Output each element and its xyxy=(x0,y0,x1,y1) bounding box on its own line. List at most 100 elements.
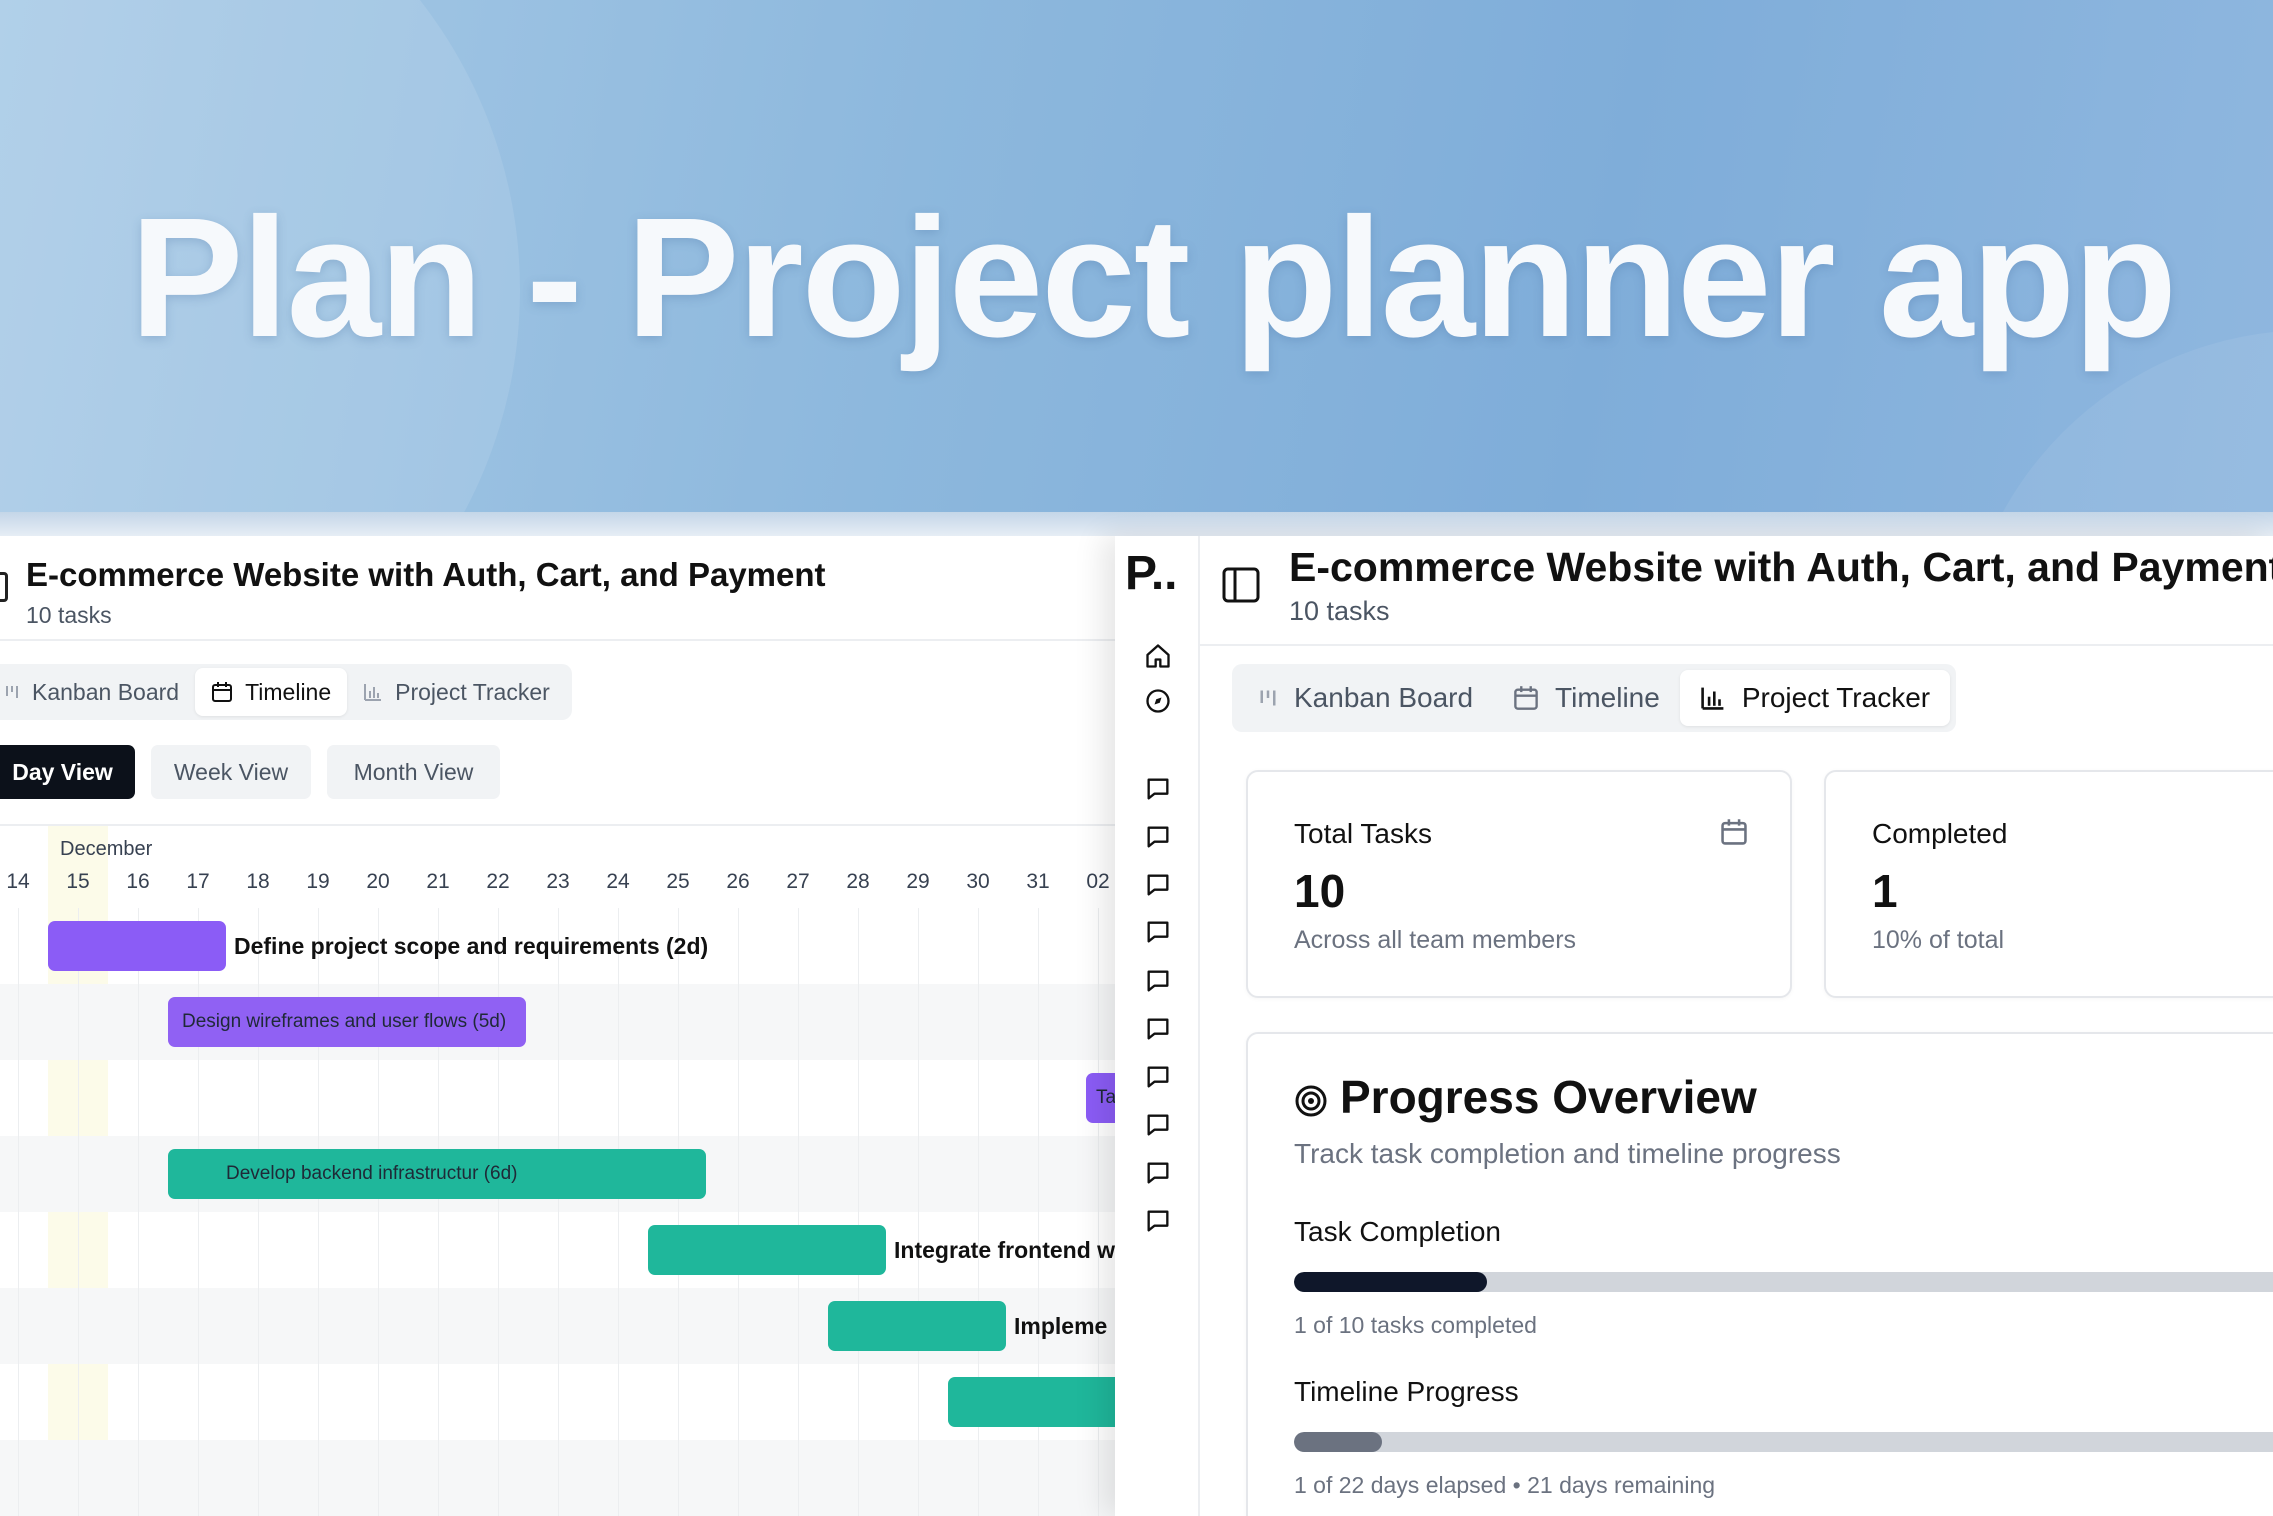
message-icon[interactable] xyxy=(1143,1062,1173,1092)
grid-line xyxy=(138,908,139,1516)
task-bar[interactable] xyxy=(648,1225,886,1275)
grid-line xyxy=(738,908,739,1516)
grid-line xyxy=(918,908,919,1516)
message-icon[interactable] xyxy=(1143,822,1173,852)
task-label: Impleme xyxy=(1014,1313,1108,1339)
tab-label: Project Tracker xyxy=(1741,682,1931,713)
bar-chart-icon xyxy=(1701,687,1724,710)
grid-line xyxy=(618,908,619,1516)
stat-subtext: Across all team members xyxy=(1294,926,1577,954)
app-logo[interactable]: P.. xyxy=(1125,546,1178,601)
tab-timeline[interactable]: Timeline xyxy=(195,668,348,716)
grid-line xyxy=(558,908,559,1516)
day-label: 30 xyxy=(966,870,990,893)
timeline-header: E-commerce Website with Auth, Cart, and … xyxy=(0,536,1115,641)
task-count: 10 tasks xyxy=(26,602,112,628)
project-title: E-commerce Website with Auth, Cart, and … xyxy=(1289,544,2273,590)
stat-value: 1 xyxy=(1872,865,1898,917)
tab-project-tracker[interactable]: Project Tracker xyxy=(347,668,566,716)
message-icon[interactable] xyxy=(1143,1158,1173,1188)
calendar-icon xyxy=(1514,686,1538,710)
tab-label: Timeline xyxy=(1555,682,1660,713)
tab-label: Kanban Board xyxy=(32,678,180,705)
task-label: Integrate frontend w xyxy=(894,1237,1115,1263)
tab-label: Project Tracker xyxy=(395,678,550,705)
progress-overview-card: Progress Overview Track task completion … xyxy=(1246,1032,2273,1516)
day-label: 20 xyxy=(366,870,390,893)
tab-label: Kanban Board xyxy=(1294,682,1474,713)
day-view-button[interactable]: Day View xyxy=(0,745,135,799)
sidebar-toggle-icon[interactable] xyxy=(1222,566,1260,604)
timeline-progress-label: Timeline Progress xyxy=(1294,1376,1519,1407)
grid-line xyxy=(858,908,859,1516)
day-label: 27 xyxy=(786,870,810,893)
day-label: 25 xyxy=(666,870,690,893)
panel-toggle-icon[interactable] xyxy=(0,572,8,602)
hero-title: Plan - Project planner app xyxy=(130,183,2177,373)
day-label: 21 xyxy=(426,870,450,893)
task-completion-caption: 1 of 10 tasks completed xyxy=(1294,1312,1537,1338)
month-view-button[interactable]: Month View xyxy=(327,745,500,799)
task-count: 10 tasks xyxy=(1289,596,1390,626)
task-completion-label: Task Completion xyxy=(1294,1216,1501,1247)
day-label: 23 xyxy=(546,870,570,893)
month-label: December xyxy=(60,838,153,860)
day-label: 15 xyxy=(66,870,90,893)
project-title: E-commerce Website with Auth, Cart, and … xyxy=(26,556,826,593)
day-label: 28 xyxy=(846,870,870,893)
message-icon[interactable] xyxy=(1143,917,1173,947)
grid-line xyxy=(78,908,79,1516)
task-label: Develop backend infrastructur (6d) xyxy=(226,1163,518,1184)
task-completion-fill xyxy=(1294,1272,1487,1292)
view-tabs: Kanban Board Timeline Project Tracker xyxy=(0,664,572,720)
task-bar[interactable] xyxy=(948,1377,1115,1427)
day-label: 22 xyxy=(486,870,510,893)
day-label: 31 xyxy=(1026,870,1050,893)
app-sidebar: P.. xyxy=(1115,536,1200,1516)
total-tasks-card: Total Tasks 10 Across all team members xyxy=(1246,770,1792,998)
compass-icon[interactable] xyxy=(1143,686,1173,716)
stat-label: Completed xyxy=(1872,818,2008,849)
task-label: Ta xyxy=(1096,1087,1115,1108)
message-icon[interactable] xyxy=(1143,1206,1173,1236)
grid-line xyxy=(798,908,799,1516)
day-label: 02 xyxy=(1086,870,1110,893)
task-label: Define project scope and requirements (2… xyxy=(234,933,709,959)
week-view-button[interactable]: Week View xyxy=(151,745,311,799)
timeline-progress-fill xyxy=(1294,1432,1382,1452)
task-label: Design wireframes and user flows (5d) xyxy=(182,1011,507,1032)
tab-kanban-board[interactable]: Kanban Board xyxy=(1238,670,1493,726)
kanban-icon xyxy=(1260,690,1276,706)
bar-chart-icon xyxy=(364,684,382,701)
message-icon[interactable] xyxy=(1143,1014,1173,1044)
calendar-icon xyxy=(212,682,233,702)
home-icon[interactable] xyxy=(1143,641,1173,671)
task-bar[interactable] xyxy=(48,921,226,971)
hero-banner: Plan - Project planner app xyxy=(0,0,2273,515)
completed-card: Completed 1 10% of total xyxy=(1824,770,2273,998)
hero-divider xyxy=(0,512,2273,536)
tab-timeline[interactable]: Timeline xyxy=(1493,670,1680,726)
day-label: 14 xyxy=(6,870,30,893)
calendar-icon xyxy=(1721,819,1747,845)
day-header-row: 14 15 16 17 18 19 20 21 22 23 24 25 26 27 28 29 30 31 02 xyxy=(0,870,1115,910)
progress-subtitle: Track task completion and timeline progr… xyxy=(1294,1138,1841,1169)
day-label: 29 xyxy=(906,870,930,893)
message-icon[interactable] xyxy=(1143,774,1173,804)
tracker-panel: P.. E-commerce Website with Auth, Cart, … xyxy=(1115,536,2273,1516)
stat-value: 10 xyxy=(1294,865,1346,917)
day-label: 19 xyxy=(306,870,330,893)
day-label: 18 xyxy=(246,870,270,893)
message-icon[interactable] xyxy=(1143,966,1173,996)
tab-kanban-board[interactable]: Kanban Board xyxy=(0,668,195,716)
tab-project-tracker[interactable]: Project Tracker xyxy=(1679,670,1951,726)
timeline-panel: E-commerce Website with Auth, Cart, and … xyxy=(0,536,1115,1516)
task-completion-bar xyxy=(1294,1272,2273,1292)
day-label: 17 xyxy=(186,870,210,893)
message-icon[interactable] xyxy=(1143,1110,1173,1140)
task-bar[interactable] xyxy=(828,1301,1006,1351)
gantt-divider xyxy=(0,824,1115,826)
tab-label: Timeline xyxy=(245,678,332,705)
gantt-grid: Define project scope and requirements (2… xyxy=(0,908,1115,1516)
message-icon[interactable] xyxy=(1143,870,1173,900)
